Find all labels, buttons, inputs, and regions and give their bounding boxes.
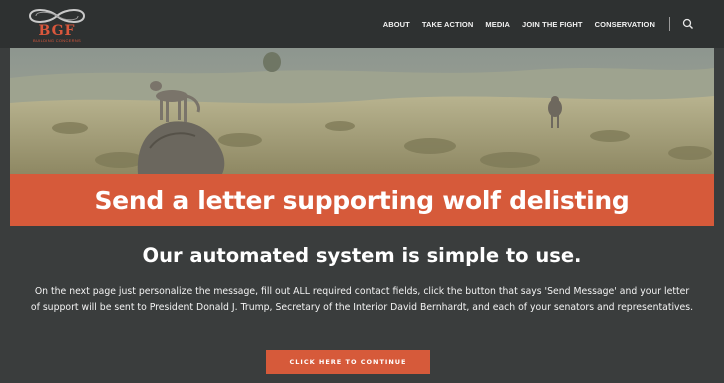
section-heading: Our automated system is simple to use. (142, 244, 582, 267)
banner: Send a letter supporting wolf delisting (10, 174, 714, 226)
continue-button[interactable]: CLICK HERE TO CONTINUE (266, 350, 430, 374)
banner-title: Send a letter supporting wolf delisting (94, 185, 630, 215)
nav-media[interactable]: MEDIA (485, 20, 510, 29)
logo-subtext: BUILDING CONCERNS (33, 38, 81, 43)
nav-join-the-fight[interactable]: JOIN THE FIGHT (522, 20, 583, 29)
nav-about[interactable]: ABOUT (383, 20, 410, 29)
nav-take-action[interactable]: TAKE ACTION (422, 20, 474, 29)
hero-image (10, 48, 714, 174)
nav-conservation[interactable]: CONSERVATION (595, 20, 655, 29)
search-icon[interactable] (682, 18, 694, 30)
logo-text: BGF (38, 23, 76, 39)
main-nav: ABOUT TAKE ACTION MEDIA JOIN THE FIGHT C… (383, 0, 694, 48)
nav-divider (669, 17, 670, 31)
main-content: Our automated system is simple to use. O… (0, 226, 724, 383)
instructions-text: On the next page just personalize the me… (30, 286, 694, 313)
logo[interactable]: BGF BUILDING CONCERNS (22, 6, 92, 44)
hero-photo (10, 48, 714, 174)
site-header: BGF BUILDING CONCERNS ABOUT TAKE ACTION … (0, 0, 724, 48)
